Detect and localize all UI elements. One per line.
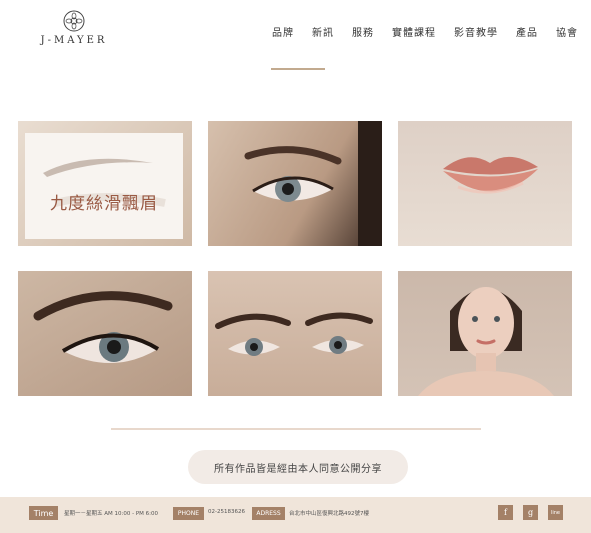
gallery-image-eyebrow-card[interactable]: 九度絲滑飄眉: [18, 121, 192, 246]
business-hours: 星期一－星期五 AM 10:00 - PM 6:00: [64, 511, 158, 517]
portrait-illustration: [418, 287, 554, 396]
eyebrow-promo-card: 九度絲滑飄眉: [25, 133, 183, 239]
gallery-image-eye-makeup[interactable]: [208, 121, 382, 246]
page: J-MAYER 品牌 新訊 服務 實體課程 影音教學 產品 協會 九度絲滑飄眉: [0, 0, 591, 533]
eye-closeup-illustration: [244, 121, 382, 246]
gallery-image-portrait[interactable]: [398, 271, 572, 396]
eyebrow-card-title: 九度絲滑飄眉: [50, 194, 158, 214]
phone-number[interactable]: 02-25183626: [208, 509, 245, 515]
nav-item-services[interactable]: 服務: [352, 24, 374, 39]
footer: Time 星期一－星期五 AM 10:00 - PM 6:00 PHONE 02…: [0, 497, 591, 533]
nav-item-videos[interactable]: 影音教學: [454, 24, 498, 39]
nav-item-news[interactable]: 新訊: [312, 24, 334, 39]
consent-notice: 所有作品皆是經由本人同意公開分享: [188, 450, 408, 484]
brand-logo[interactable]: J-MAYER: [28, 10, 120, 50]
nav-item-products[interactable]: 產品: [516, 24, 538, 39]
gallery-image-eye-lashes[interactable]: [18, 271, 192, 396]
gallery-image-two-eyes[interactable]: [208, 271, 382, 396]
two-eyes-illustration: [215, 312, 373, 356]
address-text: 台北市中山區復興北路492號7樓: [289, 511, 369, 517]
main-nav: 品牌 新訊 服務 實體課程 影音教學 產品 協會: [272, 24, 578, 39]
nav-item-brand[interactable]: 品牌: [272, 24, 294, 39]
google-icon[interactable]: g: [523, 505, 538, 520]
address-label-badge: ADRESS: [252, 507, 285, 520]
header-divider: [271, 68, 325, 70]
brand-name: J-MAYER: [40, 35, 108, 46]
eye-lashes-illustration: [33, 291, 173, 364]
content-divider: [111, 428, 481, 430]
logo-flower-icon: [63, 10, 85, 32]
time-label-badge: Time: [29, 506, 58, 520]
lips-illustration: [443, 156, 538, 194]
line-icon[interactable]: line: [548, 505, 563, 520]
facebook-icon[interactable]: f: [498, 505, 513, 520]
eyebrow-illustration: [43, 158, 166, 207]
nav-item-courses[interactable]: 實體課程: [392, 24, 436, 39]
gallery-image-lips[interactable]: [398, 121, 572, 246]
nav-item-association[interactable]: 協會: [556, 24, 578, 39]
phone-label-badge: PHONE: [173, 507, 204, 520]
